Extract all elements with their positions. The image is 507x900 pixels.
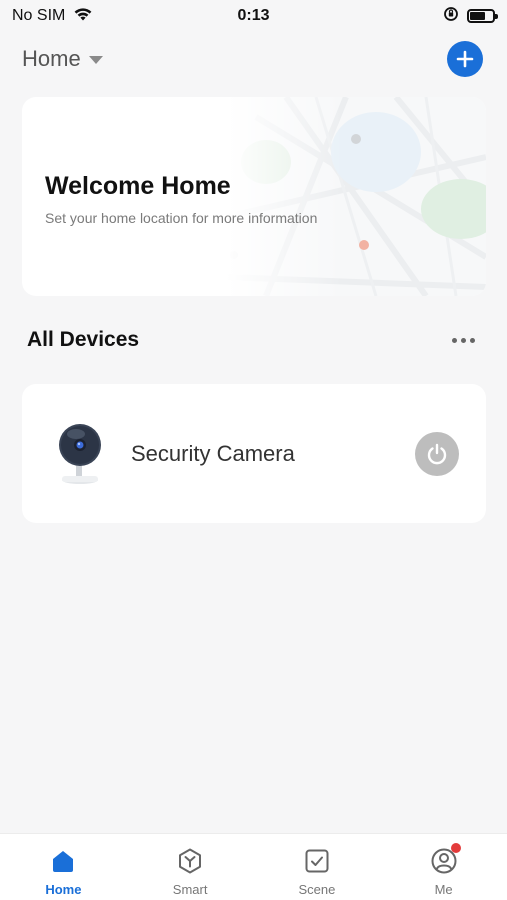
orientation-lock-icon	[443, 6, 459, 27]
security-camera-icon	[59, 424, 101, 484]
smart-icon	[175, 846, 205, 876]
power-button[interactable]	[415, 432, 459, 476]
caret-down-icon	[88, 56, 103, 64]
home-icon	[48, 846, 78, 876]
device-name: Security Camera	[131, 441, 295, 466]
device-card[interactable]: Security Camera	[22, 384, 486, 523]
carrier-label: No SIM	[12, 7, 66, 24]
nav-smart[interactable]: Smart	[145, 846, 235, 897]
nav-scene[interactable]: Scene	[272, 846, 362, 897]
status-bar: No SIM 0:13	[0, 0, 507, 32]
add-button[interactable]	[447, 41, 483, 77]
status-left: No SIM	[12, 6, 93, 27]
more-dot-icon	[451, 337, 457, 343]
welcome-title: Welcome Home	[45, 172, 231, 200]
plus-icon	[456, 50, 474, 68]
welcome-subtitle: Set your home location for more informat…	[45, 210, 318, 226]
more-options-button[interactable]	[446, 330, 480, 350]
more-dot-icon	[460, 337, 466, 343]
nav-me-label: Me	[434, 882, 453, 897]
status-right	[443, 6, 498, 27]
welcome-card[interactable]: Welcome Home Set your home location for …	[22, 97, 486, 296]
header: Home	[0, 36, 507, 82]
all-devices-title: All Devices	[27, 328, 140, 351]
bottom-nav: Home Smart Scene Me	[0, 833, 507, 900]
profile-icon	[429, 843, 461, 876]
map-illustration	[226, 97, 486, 296]
nav-me[interactable]: Me	[399, 843, 489, 897]
nav-scene-label: Scene	[298, 882, 336, 897]
wifi-icon	[73, 6, 93, 27]
nav-home-label: Home	[45, 882, 82, 897]
notification-badge	[450, 843, 461, 853]
power-icon	[427, 443, 447, 465]
nav-home[interactable]: Home	[18, 846, 108, 897]
home-selector[interactable]: Home	[22, 46, 103, 72]
battery-icon	[467, 9, 498, 23]
scene-icon	[302, 846, 332, 876]
nav-smart-label: Smart	[172, 882, 208, 897]
home-selector-label: Home	[22, 46, 81, 71]
more-dot-icon	[469, 337, 475, 343]
